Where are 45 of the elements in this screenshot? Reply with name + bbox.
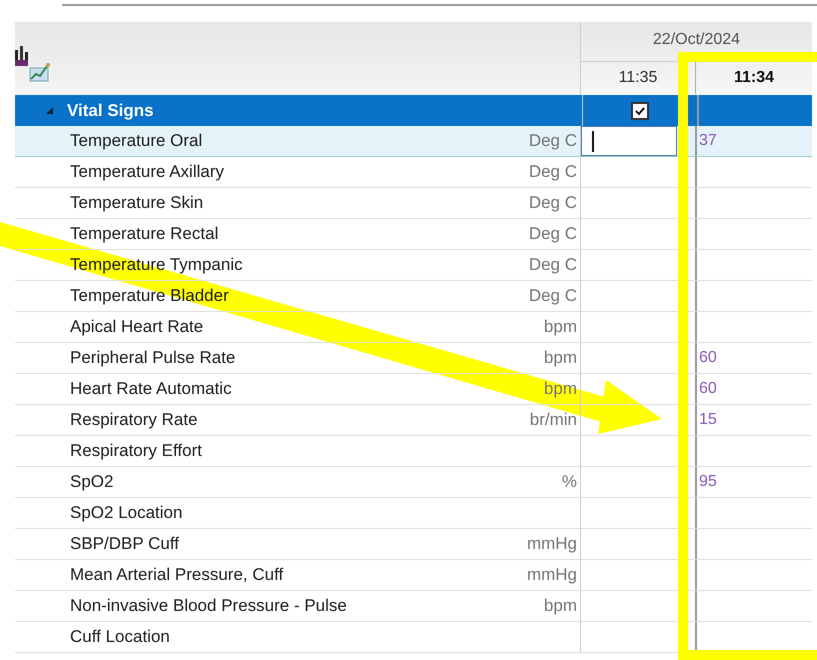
table-cell: 60	[699, 380, 717, 398]
row-label: Respiratory Rate	[69, 410, 199, 430]
section-label: Vital Signs	[67, 100, 155, 120]
checkmark-icon	[634, 104, 646, 116]
table-cell: 15	[699, 411, 717, 429]
table-cell: 37	[699, 132, 717, 150]
row-label: Temperature Rectal	[69, 224, 220, 244]
unit-label: Deg C	[528, 255, 577, 274]
row-label: Cuff Location	[69, 627, 171, 647]
unit-label: bpm	[544, 348, 577, 367]
unit-label: bpm	[544, 317, 577, 336]
line-graph-icon[interactable]	[29, 62, 51, 82]
row-label: SpO2	[69, 472, 114, 492]
row-label: Temperature Oral	[69, 131, 204, 151]
collapse-triangle-icon[interactable]	[45, 106, 55, 115]
row-label: Non-invasive Blood Pressure - Pulse	[69, 596, 348, 616]
row-label: SpO2 Location	[69, 503, 184, 523]
unit-label: bpm	[544, 379, 577, 398]
unit-label: br/min	[530, 410, 577, 429]
row-label: Temperature Bladder	[69, 286, 230, 306]
checkbox[interactable]	[631, 102, 649, 120]
table-row[interactable]: Temperature Oral Deg C 37	[15, 126, 812, 157]
row-label: Temperature Skin	[69, 193, 204, 213]
table-cell: 95	[699, 473, 717, 491]
table-cell: 60	[699, 349, 717, 367]
unit-label: Deg C	[528, 224, 577, 243]
unit-label: Deg C	[528, 131, 577, 150]
unit-label: Deg C	[528, 286, 577, 305]
row-label: Apical Heart Rate	[69, 317, 204, 337]
unit-label: Deg C	[528, 162, 577, 181]
unit-label: bpm	[544, 596, 577, 615]
row-label: SBP/DBP Cuff	[69, 534, 180, 554]
row-label: Peripheral Pulse Rate	[69, 348, 236, 368]
section-row[interactable]: Vital Signs	[15, 95, 812, 126]
unit-label: mmHg	[526, 534, 577, 553]
row-label: Temperature Axillary	[69, 162, 226, 182]
unit-label: mmHg	[526, 565, 577, 584]
unit-label: Deg C	[528, 193, 577, 212]
unit-label: %	[562, 472, 577, 491]
input-field[interactable]	[581, 126, 677, 156]
time-header[interactable]: 11:35	[581, 62, 696, 94]
row-label: Mean Arterial Pressure, Cuff	[69, 565, 284, 585]
bar-chart-icon[interactable]	[15, 44, 29, 66]
row-label: Heart Rate Automatic	[69, 379, 233, 399]
row-label: Respiratory Effort	[69, 441, 203, 461]
